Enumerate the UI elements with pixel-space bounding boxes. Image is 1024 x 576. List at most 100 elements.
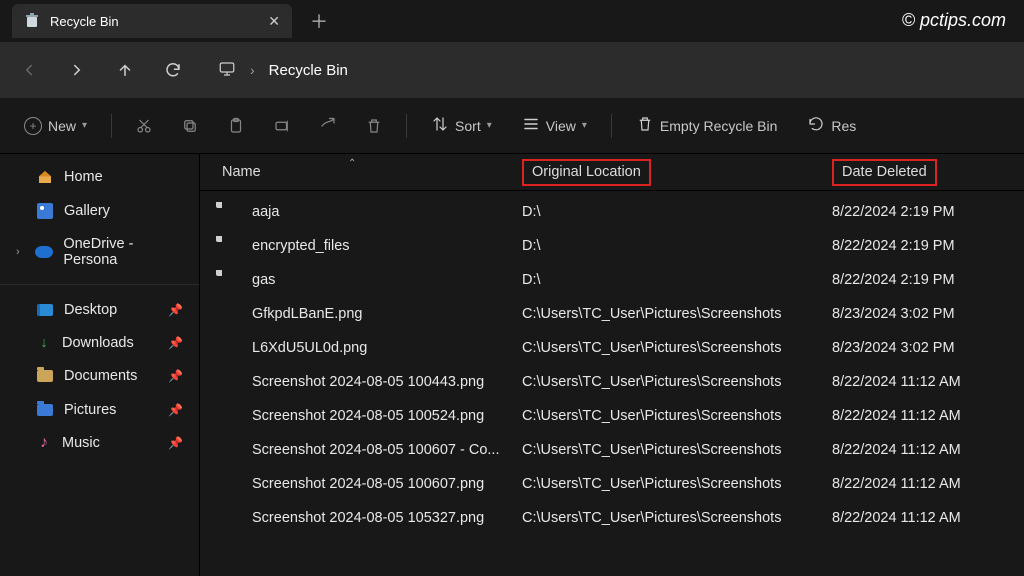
empty-label: Empty Recycle Bin [660,118,777,134]
file-location: C:\Users\TC_User\Pictures\Screenshots [522,374,832,390]
plus-circle-icon: + [24,117,42,135]
sidebar-item-gallery[interactable]: Gallery [0,194,199,228]
copy-button[interactable] [172,111,208,141]
file-row[interactable]: encrypted_filesD:\8/22/2024 2:19 PM [200,229,1024,263]
file-row[interactable]: Screenshot 2024-08-05 100443.pngC:\Users… [200,365,1024,399]
pictures-icon [36,401,54,419]
monitor-icon [218,60,236,81]
refresh-button[interactable] [162,59,184,81]
chevron-down-icon: ▾ [487,120,492,131]
pin-icon: 📌 [168,403,183,417]
file-date: 8/22/2024 11:12 AM [832,442,1002,458]
new-tab-button[interactable]: ＋ [300,4,338,38]
view-button[interactable]: View ▾ [512,109,597,142]
sidebar-item-documents[interactable]: Documents 📌 [0,359,199,393]
file-location: C:\Users\TC_User\Pictures\Screenshots [522,442,832,458]
file-icon [222,236,242,256]
file-list: Name ⌃ Original Location Date Deleted aa… [200,154,1024,576]
new-label: New [48,118,76,134]
sort-button[interactable]: Sort ▾ [421,109,502,142]
chevron-down-icon: ▾ [82,120,87,131]
watermark-text: © pctips.com [902,10,1006,31]
file-row[interactable]: gasD:\8/22/2024 2:19 PM [200,263,1024,297]
desktop-icon [36,301,54,319]
back-button[interactable] [18,59,40,81]
file-date: 8/23/2024 3:02 PM [832,306,1002,322]
tab-recycle-bin[interactable]: Recycle Bin ✕ [12,4,292,38]
paste-button[interactable] [218,111,254,141]
sidebar-item-label: OneDrive - Persona [63,236,183,268]
file-row[interactable]: GfkpdLBanE.pngC:\Users\TC_User\Pictures\… [200,297,1024,331]
separator [111,114,112,138]
sidebar-item-label: Documents [64,368,137,384]
file-icon [222,304,242,324]
file-location: C:\Users\TC_User\Pictures\Screenshots [522,510,832,526]
column-label: Name [222,164,261,180]
separator [0,284,199,285]
file-location: C:\Users\TC_User\Pictures\Screenshots [522,340,832,356]
home-icon [36,168,54,186]
file-name: Screenshot 2024-08-05 100607.png [252,476,522,492]
delete-button[interactable] [356,111,392,141]
separator [406,114,407,138]
restore-icon [807,115,825,136]
share-button[interactable] [310,111,346,141]
sidebar-item-home[interactable]: Home [0,160,199,194]
column-header-date[interactable]: Date Deleted [832,164,1002,180]
file-icon [222,508,242,528]
file-row[interactable]: Screenshot 2024-08-05 100607 - Co...C:\U… [200,433,1024,467]
trash-icon [636,115,654,136]
sidebar-item-onedrive[interactable]: › OneDrive - Persona [0,228,199,276]
up-button[interactable] [114,59,136,81]
sidebar-item-music[interactable]: ♪ Music 📌 [0,427,199,459]
file-name: L6XdU5UL0d.png [252,340,522,356]
file-row[interactable]: Screenshot 2024-08-05 100607.pngC:\Users… [200,467,1024,501]
file-row[interactable]: Screenshot 2024-08-05 105327.pngC:\Users… [200,501,1024,535]
sidebar-item-downloads[interactable]: ↓ Downloads 📌 [0,327,199,359]
close-tab-button[interactable]: ✕ [268,13,280,30]
forward-button[interactable] [66,59,88,81]
sidebar-item-label: Gallery [64,203,110,219]
content-area: Home Gallery › OneDrive - Persona Deskto… [0,154,1024,576]
sidebar-item-label: Pictures [64,402,116,418]
file-name: aaja [252,204,522,220]
file-row[interactable]: L6XdU5UL0d.pngC:\Users\TC_User\Pictures\… [200,331,1024,365]
sidebar-item-desktop[interactable]: Desktop 📌 [0,293,199,327]
empty-recycle-bin-button[interactable]: Empty Recycle Bin [626,109,787,142]
rename-button[interactable] [264,111,300,141]
column-header-location[interactable]: Original Location [522,164,832,180]
pin-icon: 📌 [168,303,183,317]
new-button[interactable]: + New ▾ [14,111,97,141]
file-row[interactable]: aajaD:\8/22/2024 2:19 PM [200,195,1024,229]
sort-label: Sort [455,118,481,134]
tab-title: Recycle Bin [50,14,258,29]
file-name: GfkpdLBanE.png [252,306,522,322]
file-date: 8/23/2024 3:02 PM [832,340,1002,356]
file-name: Screenshot 2024-08-05 100524.png [252,408,522,424]
file-row[interactable]: Screenshot 2024-08-05 100524.pngC:\Users… [200,399,1024,433]
navigation-pane: Home Gallery › OneDrive - Persona Deskto… [0,154,200,576]
file-icon [222,202,242,222]
file-icon [222,372,242,392]
address-text: Recycle Bin [269,62,348,79]
documents-icon [36,367,54,385]
file-location: D:\ [522,238,832,254]
chevron-down-icon: ▾ [582,120,587,131]
pin-icon: 📌 [168,336,183,350]
file-date: 8/22/2024 11:12 AM [832,408,1002,424]
downloads-icon: ↓ [36,335,52,351]
column-header-name[interactable]: Name ⌃ [222,164,522,180]
cut-button[interactable] [126,111,162,141]
sidebar-item-label: Downloads [62,335,134,351]
view-icon [522,115,540,136]
restore-button[interactable]: Res [797,109,866,142]
gallery-icon [36,202,54,220]
address-bar[interactable]: › Recycle Bin [218,60,1006,81]
view-label: View [546,118,576,134]
file-icon [222,338,242,358]
expand-icon[interactable]: › [16,246,25,258]
file-location: D:\ [522,204,832,220]
restore-label: Res [831,118,856,134]
sidebar-item-pictures[interactable]: Pictures 📌 [0,393,199,427]
recycle-bin-icon [24,13,40,29]
